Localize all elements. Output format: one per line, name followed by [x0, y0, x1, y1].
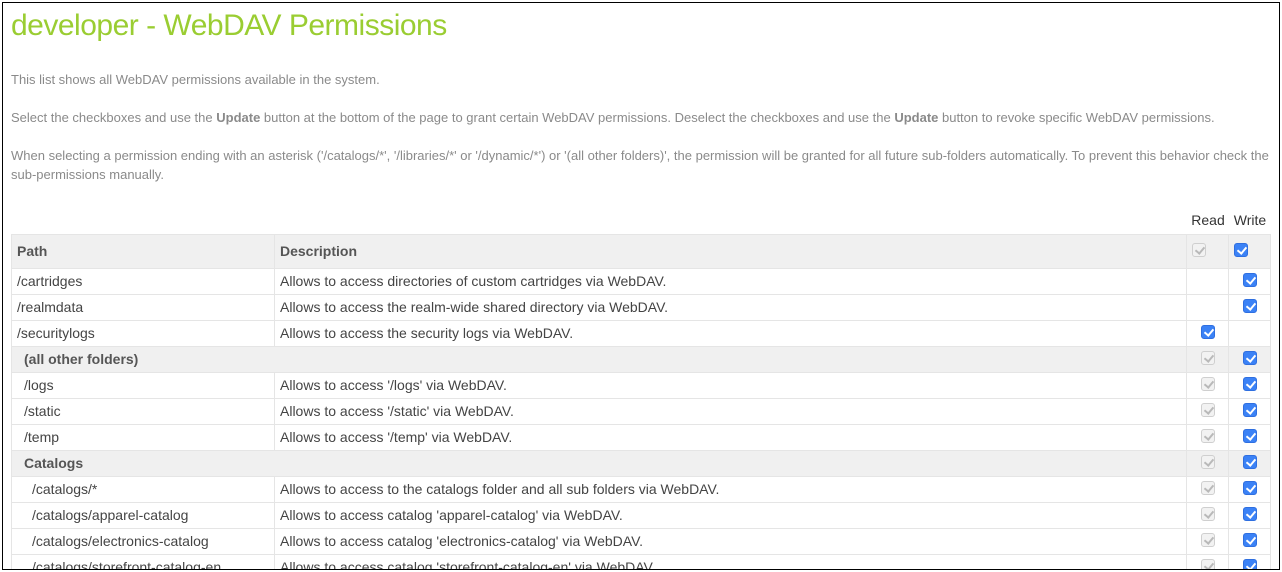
table-row: /realmdata Allows to access the realm-wi… [12, 294, 1271, 320]
read-all-checkbox[interactable] [1192, 243, 1206, 257]
write-cell [1229, 424, 1271, 450]
path-cell: /catalogs/apparel-catalog [12, 502, 275, 528]
path-cell: /temp [12, 424, 275, 450]
table-header-row: Path Description [12, 234, 1271, 268]
path-cell: /static [12, 398, 275, 424]
write-cell [1229, 372, 1271, 398]
write-column-header: Write [1229, 212, 1271, 228]
write-checkbox[interactable] [1243, 299, 1257, 313]
description-cell: Allows to access '/static' via WebDAV. [275, 398, 1187, 424]
table-row: /securitylogs Allows to access the secur… [12, 320, 1271, 346]
description-cell: Allows to access the security logs via W… [275, 320, 1187, 346]
table-row: /temp Allows to access '/temp' via WebDA… [12, 424, 1271, 450]
group-label: Catalogs [12, 450, 1187, 476]
write-cell [1229, 476, 1271, 502]
read-checkbox[interactable] [1201, 429, 1215, 443]
write-cell [1229, 268, 1271, 294]
group-label: (all other folders) [12, 346, 1187, 372]
intro-block: This list shows all WebDAV permissions a… [11, 71, 1271, 184]
write-cell [1229, 320, 1271, 346]
write-cell [1229, 450, 1271, 476]
table-row: /catalogs/electronics-catalog Allows to … [12, 528, 1271, 554]
read-checkbox[interactable] [1201, 481, 1215, 495]
path-cell: /cartridges [12, 268, 275, 294]
read-header-cell [1187, 234, 1229, 268]
write-checkbox[interactable] [1243, 351, 1257, 365]
write-checkbox[interactable] [1243, 533, 1257, 547]
table-row: /cartridges Allows to access directories… [12, 268, 1271, 294]
write-all-checkbox[interactable] [1234, 243, 1248, 257]
description-cell: Allows to access to the catalogs folder … [275, 476, 1187, 502]
read-checkbox[interactable] [1201, 325, 1215, 339]
path-cell: /catalogs/* [12, 476, 275, 502]
description-cell: Allows to access directories of custom c… [275, 268, 1187, 294]
path-cell: /catalogs/storefront-catalog-en [12, 554, 275, 570]
description-cell: Allows to access catalog 'storefront-cat… [275, 554, 1187, 570]
path-cell: /catalogs/electronics-catalog [12, 528, 275, 554]
description-cell: Allows to access the realm-wide shared d… [275, 294, 1187, 320]
write-cell [1229, 346, 1271, 372]
table-row: /catalogs/apparel-catalog Allows to acce… [12, 502, 1271, 528]
description-cell: Allows to access catalog 'apparel-catalo… [275, 502, 1187, 528]
write-checkbox[interactable] [1243, 377, 1257, 391]
table-row: /catalogs/* Allows to access to the cata… [12, 476, 1271, 502]
description-cell: Allows to access '/temp' via WebDAV. [275, 424, 1187, 450]
write-cell [1229, 398, 1271, 424]
read-checkbox[interactable] [1201, 403, 1215, 417]
read-checkbox[interactable] [1201, 351, 1215, 365]
read-cell [1187, 268, 1229, 294]
read-checkbox[interactable] [1201, 377, 1215, 391]
group-row: (all other folders) [12, 346, 1271, 372]
write-checkbox[interactable] [1243, 403, 1257, 417]
path-cell: /securitylogs [12, 320, 275, 346]
permissions-table: Path Description /cartridges Allows to a… [11, 234, 1271, 570]
column-headers: Read Write [11, 204, 1271, 234]
read-checkbox[interactable] [1201, 559, 1215, 570]
write-cell [1229, 502, 1271, 528]
write-checkbox[interactable] [1243, 273, 1257, 287]
read-checkbox[interactable] [1201, 455, 1215, 469]
path-cell: /realmdata [12, 294, 275, 320]
write-checkbox[interactable] [1243, 559, 1257, 570]
table-row: /logs Allows to access '/logs' via WebDA… [12, 372, 1271, 398]
read-cell [1187, 398, 1229, 424]
read-cell [1187, 528, 1229, 554]
description-cell: Allows to access catalog 'electronics-ca… [275, 528, 1187, 554]
description-cell: Allows to access '/logs' via WebDAV. [275, 372, 1187, 398]
description-header: Description [275, 234, 1187, 268]
read-cell [1187, 450, 1229, 476]
write-checkbox[interactable] [1243, 481, 1257, 495]
read-cell [1187, 294, 1229, 320]
read-cell [1187, 372, 1229, 398]
write-cell [1229, 294, 1271, 320]
write-checkbox[interactable] [1243, 507, 1257, 521]
read-checkbox[interactable] [1201, 507, 1215, 521]
page-title: developer - WebDAV Permissions [11, 9, 1271, 43]
write-cell [1229, 528, 1271, 554]
write-header-cell [1229, 234, 1271, 268]
read-cell [1187, 502, 1229, 528]
path-header: Path [12, 234, 275, 268]
write-cell [1229, 554, 1271, 570]
intro-line-2: Select the checkboxes and use the Update… [11, 109, 1271, 127]
page-frame: developer - WebDAV Permissions This list… [2, 2, 1280, 570]
read-column-header: Read [1187, 212, 1229, 228]
group-row: Catalogs [12, 450, 1271, 476]
read-cell [1187, 554, 1229, 570]
read-cell [1187, 424, 1229, 450]
table-row: /static Allows to access '/static' via W… [12, 398, 1271, 424]
intro-line-1: This list shows all WebDAV permissions a… [11, 71, 1271, 89]
write-checkbox[interactable] [1243, 429, 1257, 443]
read-cell [1187, 346, 1229, 372]
table-row: /catalogs/storefront-catalog-en Allows t… [12, 554, 1271, 570]
write-checkbox[interactable] [1243, 455, 1257, 469]
path-cell: /logs [12, 372, 275, 398]
read-checkbox[interactable] [1201, 533, 1215, 547]
intro-line-3: When selecting a permission ending with … [11, 147, 1271, 183]
read-cell [1187, 476, 1229, 502]
read-cell [1187, 320, 1229, 346]
